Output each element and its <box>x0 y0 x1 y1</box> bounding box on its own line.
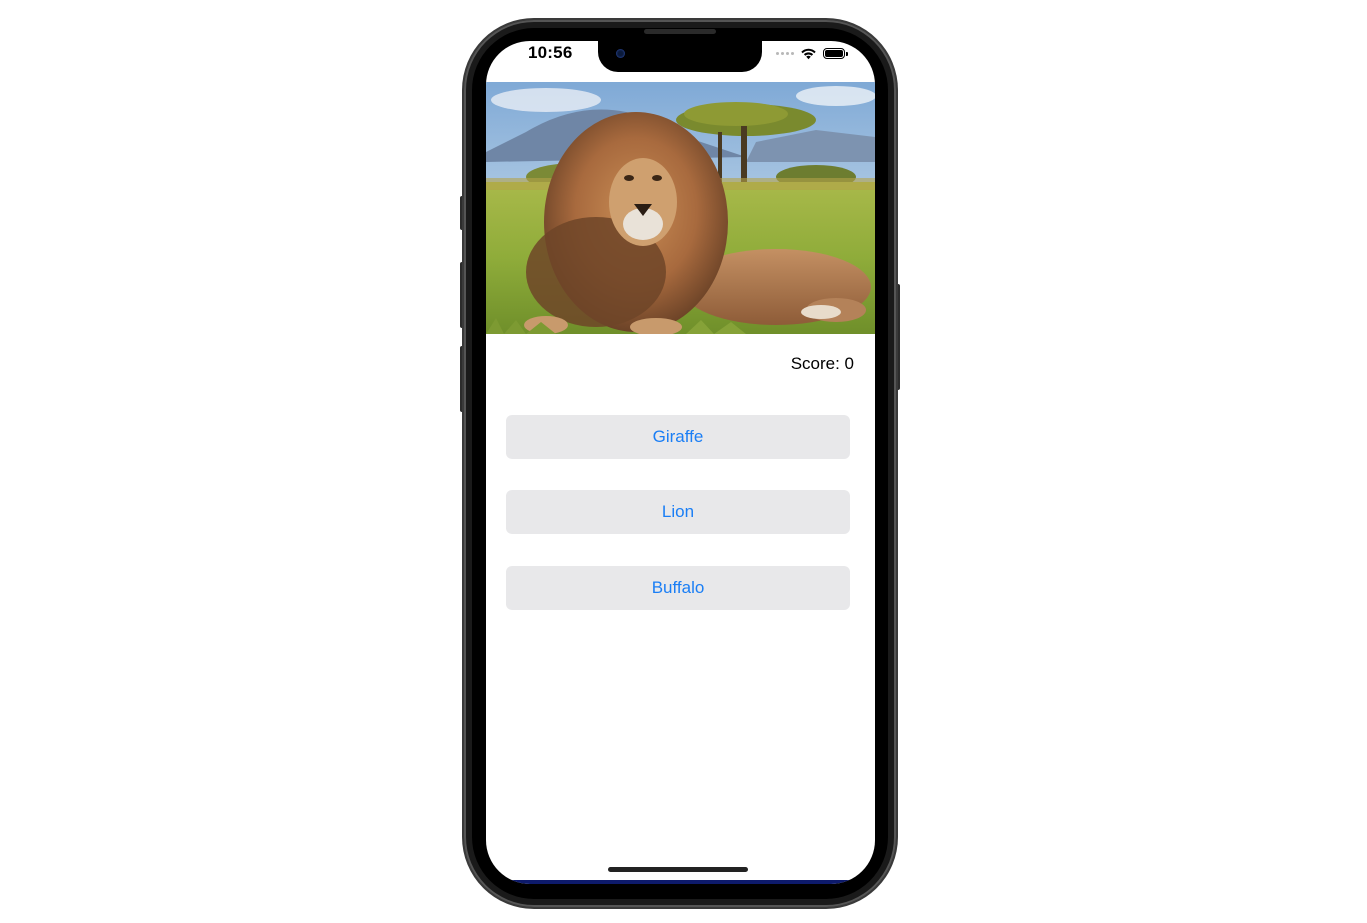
status-icons <box>776 45 848 61</box>
score-label: Score: 0 <box>790 354 854 373</box>
wifi-icon <box>801 48 816 59</box>
bottom-edge-strip <box>486 880 875 884</box>
cellular-signal-icon <box>776 51 794 55</box>
app-screen: 10:56 Score: 0 Giraffe Lion Buffalo <box>486 41 875 884</box>
answer-button-lion[interactable]: Lion <box>506 490 850 534</box>
lion-photo <box>486 82 875 334</box>
earpiece-speaker <box>644 29 716 34</box>
status-time: 10:56 <box>528 43 573 62</box>
answer-button-giraffe[interactable]: Giraffe <box>506 415 850 459</box>
simulator-stage: 10:56 Score: 0 Giraffe Lion Buffalo <box>0 0 1367 923</box>
power-button <box>896 284 900 390</box>
front-camera-icon <box>616 49 625 58</box>
notch <box>598 41 762 72</box>
battery-icon <box>823 47 848 59</box>
home-indicator[interactable] <box>608 867 748 872</box>
answer-button-buffalo[interactable]: Buffalo <box>506 566 850 610</box>
battery-level-fill <box>825 49 843 57</box>
